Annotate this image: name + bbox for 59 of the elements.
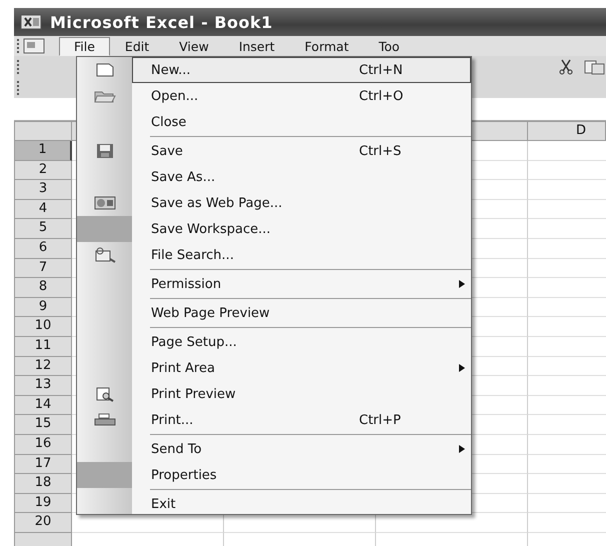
menu-item[interactable]: Properties xyxy=(132,462,471,488)
row-header[interactable]: 20 xyxy=(14,513,72,533)
row-header[interactable]: 1 xyxy=(14,141,72,161)
row-header[interactable]: 11 xyxy=(14,336,72,357)
menu-item[interactable]: Print Preview xyxy=(132,381,471,407)
menu-item[interactable]: Print Area xyxy=(132,355,471,381)
menu-item[interactable]: Too xyxy=(364,36,415,56)
row-header[interactable]: 6 xyxy=(14,238,72,259)
printer-icon xyxy=(94,412,116,428)
select-all-corner[interactable] xyxy=(14,121,72,141)
menu-item[interactable]: Insert xyxy=(224,36,290,56)
row-header[interactable]: 7 xyxy=(14,258,72,278)
row-header[interactable]: 15 xyxy=(14,415,72,435)
row-header[interactable]: 9 xyxy=(14,298,72,318)
menu-item[interactable]: Close xyxy=(132,109,471,135)
menu-item[interactable]: Exit xyxy=(132,491,471,517)
menu-item[interactable]: File xyxy=(59,36,110,56)
menu-item[interactable]: Save as Web Page... xyxy=(132,190,471,216)
menu-item[interactable]: Print... Ctrl+P xyxy=(132,407,471,433)
menu-item[interactable]: Save Workspace... xyxy=(132,216,471,242)
scissors-icon[interactable] xyxy=(558,59,574,75)
row-header[interactable]: 12 xyxy=(14,356,72,376)
menu-item[interactable]: File Search... xyxy=(132,242,471,268)
row-header[interactable]: 5 xyxy=(14,219,72,239)
menu-item[interactable]: Permission xyxy=(132,271,471,297)
submenu-arrow-icon xyxy=(459,445,465,453)
row-header[interactable]: 18 xyxy=(14,474,72,494)
excel-icon xyxy=(20,14,42,30)
row-header[interactable]: 8 xyxy=(14,278,72,298)
row-header[interactable]: 2 xyxy=(14,160,72,180)
menu-item[interactable]: Send To xyxy=(132,436,471,462)
menu-item[interactable]: Web Page Preview xyxy=(132,300,471,326)
window-title: Microsoft Excel - Book1 xyxy=(50,12,273,32)
menu-item[interactable]: Format xyxy=(290,36,364,56)
row-header[interactable]: 19 xyxy=(14,494,72,514)
menu-item[interactable]: View xyxy=(164,36,224,56)
copy-icon[interactable] xyxy=(584,59,606,75)
print-preview-icon xyxy=(94,386,114,402)
row-header[interactable]: 10 xyxy=(14,317,72,337)
submenu-arrow-icon xyxy=(459,364,465,372)
file-search-icon xyxy=(94,247,116,263)
row-header[interactable]: 17 xyxy=(14,454,72,474)
menu-item[interactable]: Save Ctrl+S xyxy=(132,138,471,164)
row-header[interactable]: 4 xyxy=(14,200,72,220)
web-page-icon xyxy=(94,195,116,211)
menu-item[interactable]: Save As... xyxy=(132,164,471,190)
row-header[interactable]: 13 xyxy=(14,376,72,396)
row-header[interactable]: 14 xyxy=(14,396,72,416)
submenu-arrow-icon xyxy=(459,280,465,288)
row-header[interactable]: 16 xyxy=(14,434,72,454)
column-header[interactable]: D xyxy=(528,121,606,141)
icon-slot-shading xyxy=(77,216,132,242)
menu-item[interactable]: Page Setup... xyxy=(132,329,471,355)
menu-item[interactable]: Edit xyxy=(110,36,164,56)
workbook-icon[interactable] xyxy=(23,38,45,54)
icon-slot-shading xyxy=(77,462,132,488)
row-header[interactable]: 3 xyxy=(14,180,72,200)
menu-item[interactable]: New... Ctrl+N xyxy=(132,57,471,83)
menu-item[interactable]: Open... Ctrl+O xyxy=(132,83,471,109)
